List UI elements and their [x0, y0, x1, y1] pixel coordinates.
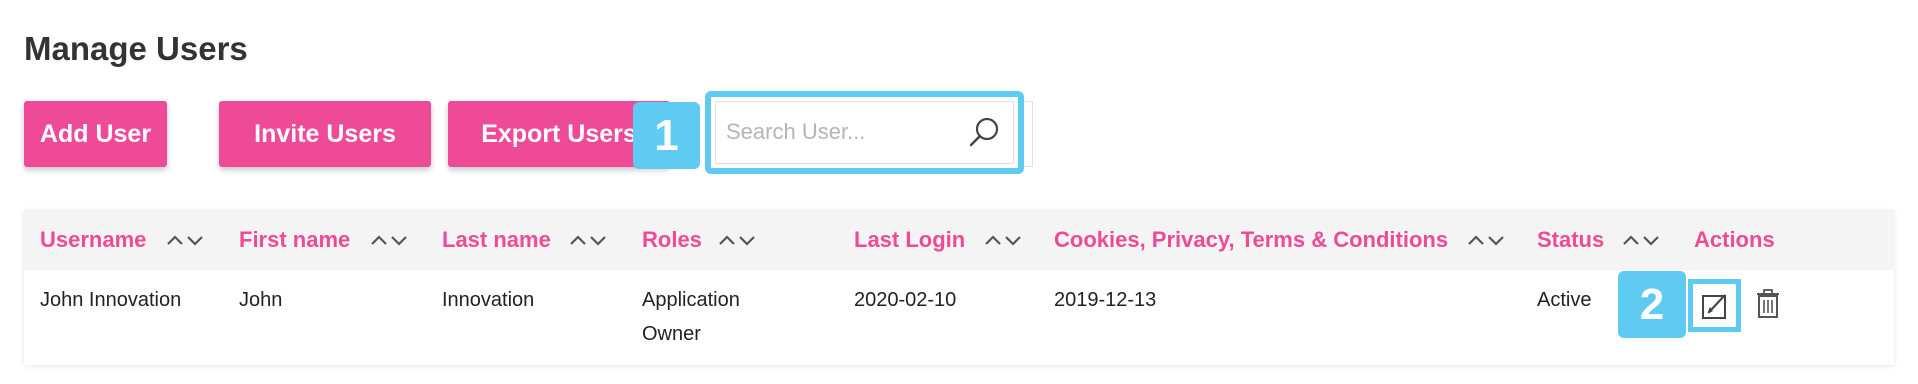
search-icon[interactable]: [967, 116, 1001, 150]
page-title: Manage Users: [24, 30, 248, 67]
column-header-last-login[interactable]: Last Login: [854, 227, 965, 253]
column-header-cookies-privacy[interactable]: Cookies, Privacy, Terms & Conditions: [1054, 227, 1448, 253]
column-header-first-name[interactable]: First name: [239, 227, 350, 253]
search-box: [715, 101, 1014, 164]
sort-chevrons-icon[interactable]: [370, 232, 410, 248]
cell-last-name: Innovation: [442, 289, 535, 311]
users-table: Username First name Last name Roles Last…: [24, 210, 1894, 365]
cell-last-login: 2020-02-10: [854, 289, 957, 311]
callout-marker-2: 2: [1618, 271, 1686, 338]
column-header-username[interactable]: Username: [40, 227, 146, 253]
search-box-edge: [1024, 101, 1033, 167]
column-header-actions: Actions: [1694, 227, 1775, 252]
cell-first-name: John: [239, 289, 283, 311]
sort-chevrons-icon[interactable]: [166, 232, 206, 248]
sort-chevrons-icon[interactable]: [569, 232, 609, 248]
add-user-button[interactable]: Add User: [24, 101, 167, 167]
table-header: Username First name Last name Roles Last…: [24, 210, 1894, 270]
cell-roles-line1: Application: [642, 289, 740, 311]
column-header-status[interactable]: Status: [1537, 227, 1604, 253]
edit-icon[interactable]: [1700, 291, 1730, 321]
column-header-last-name[interactable]: Last name: [442, 227, 551, 253]
cell-cookies-privacy: 2019-12-13: [1054, 289, 1157, 311]
cell-username: John Innovation: [40, 289, 182, 311]
cell-status: Active: [1537, 289, 1592, 311]
column-header-roles[interactable]: Roles: [642, 227, 702, 253]
search-input[interactable]: [726, 114, 966, 150]
trash-icon[interactable]: [1755, 289, 1781, 319]
callout-marker-1: 1: [633, 102, 700, 169]
sort-chevrons-icon[interactable]: [1467, 232, 1507, 248]
search-highlight: [705, 91, 1024, 174]
sort-chevrons-icon[interactable]: [718, 232, 758, 248]
sort-chevrons-icon[interactable]: [1622, 232, 1662, 248]
invite-users-button[interactable]: Invite Users: [219, 101, 431, 167]
edit-button[interactable]: [1688, 279, 1741, 332]
cell-roles-line2: Owner: [642, 323, 701, 345]
sort-chevrons-icon[interactable]: [984, 232, 1024, 248]
